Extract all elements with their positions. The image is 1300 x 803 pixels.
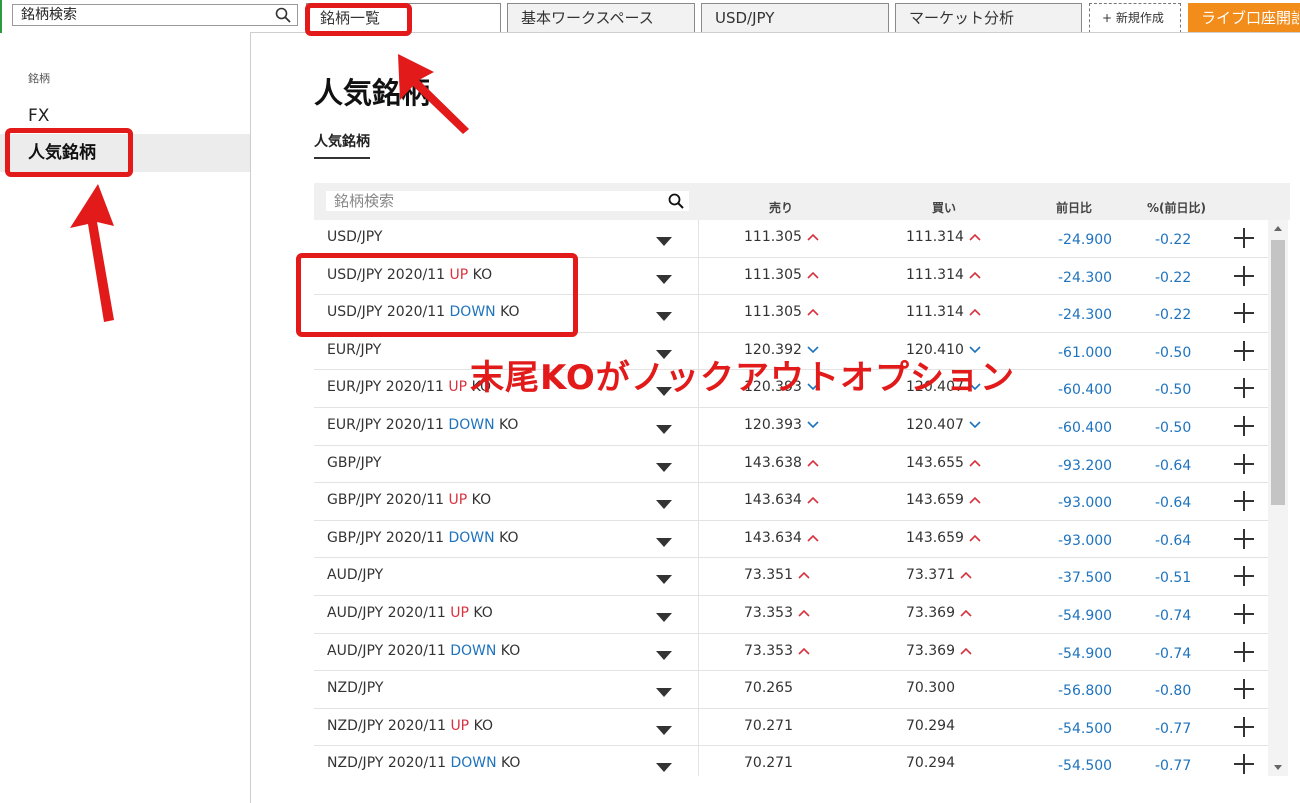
annotation-arrows <box>70 54 469 322</box>
arrow-up-icon <box>70 184 114 322</box>
arrow-up-left-icon <box>398 54 469 134</box>
annotation-text: 末尾KOがノックアウトオプション <box>470 358 1016 398</box>
